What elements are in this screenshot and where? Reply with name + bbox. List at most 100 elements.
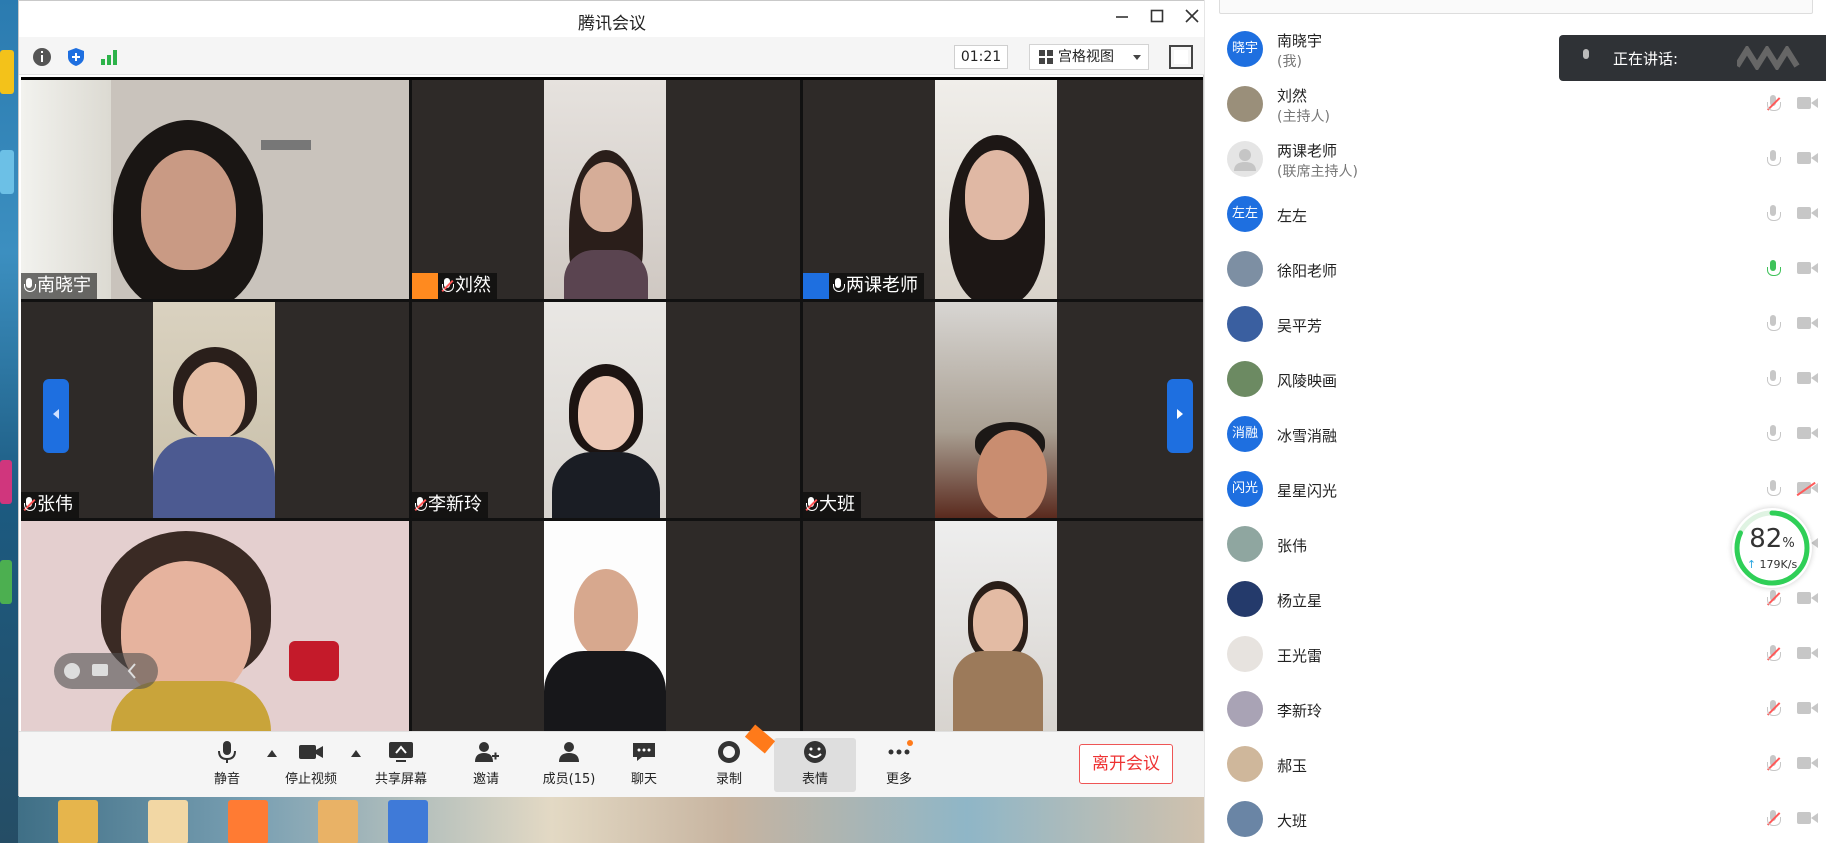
network-speed-meter[interactable]: 82% ↑ 179K/s (1732, 508, 1812, 588)
participant-name: 郝玉 (1277, 757, 1308, 775)
participant-name: 大班 (1277, 812, 1308, 830)
video-tile[interactable]: 两课老师 (803, 80, 1203, 299)
floating-reaction-bar[interactable] (54, 653, 158, 689)
desktop-icon[interactable] (0, 560, 12, 604)
camera-icon[interactable] (1797, 372, 1818, 384)
camera-icon[interactable] (1797, 757, 1818, 769)
participant-name: 左左 (1277, 207, 1308, 225)
camera-icon[interactable] (1797, 647, 1818, 659)
stop-video-button[interactable]: 停止视频 (275, 738, 347, 792)
fullscreen-button[interactable] (1169, 45, 1193, 69)
body-sweater (153, 437, 275, 518)
participant-row[interactable]: 大班 (1205, 791, 1826, 843)
camera-icon[interactable] (1797, 97, 1818, 109)
desktop-icon[interactable] (388, 800, 428, 843)
record-button[interactable]: 录制 (693, 738, 765, 792)
chat-bubble-icon (92, 664, 108, 676)
video-tile[interactable]: 李新玲 (412, 302, 800, 518)
video-tile[interactable]: 刘然 (412, 80, 800, 299)
reaction-button[interactable]: 表情 (774, 738, 856, 792)
mic-icon (23, 278, 36, 294)
participant-avatar: 消融 (1227, 416, 1263, 452)
close-button[interactable] (1182, 8, 1202, 28)
leave-meeting-button[interactable]: 离开会议 (1079, 744, 1173, 784)
video-tile[interactable]: 南晓宇 (21, 80, 409, 299)
video-options-caret[interactable] (351, 750, 361, 757)
video-tile[interactable]: 大班 (803, 302, 1203, 518)
participant-row[interactable]: 王光雷 (1205, 626, 1826, 681)
security-button[interactable] (65, 46, 87, 68)
mic-muted-icon[interactable] (1766, 700, 1781, 718)
next-page-button[interactable] (1167, 379, 1193, 453)
more-button[interactable]: 更多 (863, 738, 935, 792)
chevron-left-icon (127, 663, 136, 679)
video-tile[interactable] (21, 521, 409, 734)
more-label: 更多 (885, 772, 912, 787)
desktop-icon[interactable] (58, 800, 98, 843)
participant-row[interactable]: 风陵映画 (1205, 351, 1826, 406)
share-screen-button[interactable]: 共享屏幕 (365, 738, 437, 792)
participant-name: 张伟 (1277, 537, 1308, 555)
mic-muted-icon (23, 497, 36, 513)
mic-muted-icon[interactable] (1766, 590, 1781, 608)
camera-icon[interactable] (1797, 812, 1818, 824)
mic-muted-icon[interactable] (1766, 645, 1781, 663)
camera-icon[interactable] (1797, 592, 1818, 604)
participant-avatar (1227, 251, 1263, 287)
participant-row[interactable]: 消融 冰雪消融 (1205, 406, 1826, 461)
participant-search-input[interactable] (1219, 0, 1813, 14)
chat-button[interactable]: 聊天 (608, 738, 680, 792)
chevron-left-icon (53, 409, 59, 419)
participant-row[interactable]: 李新玲 (1205, 681, 1826, 736)
more-dots-icon (888, 740, 913, 755)
camera-icon[interactable] (1797, 702, 1818, 714)
participant-row[interactable]: 吴平芳 (1205, 296, 1826, 351)
minimize-button[interactable] (1112, 8, 1132, 28)
desktop-icon[interactable] (0, 150, 14, 194)
desktop-icon[interactable] (0, 460, 12, 504)
meeting-info-button[interactable] (31, 46, 53, 68)
mic-muted-icon[interactable] (1766, 810, 1781, 828)
desktop-icon[interactable] (0, 50, 14, 94)
microphone-icon[interactable] (1767, 205, 1781, 223)
mic-muted-icon[interactable] (1766, 755, 1781, 773)
participant-row[interactable]: 刘然 (主持人) (1205, 76, 1826, 131)
camera-off-icon[interactable] (1796, 481, 1818, 496)
microphone-icon (1581, 49, 1591, 65)
mic-muted-icon (805, 497, 818, 513)
video-tile[interactable] (412, 521, 800, 734)
desktop-icon[interactable] (228, 800, 268, 843)
microphone-icon[interactable] (1767, 425, 1781, 443)
microphone-icon[interactable] (1767, 260, 1781, 278)
participant-row[interactable]: 左左 左左 (1205, 186, 1826, 241)
participant-row[interactable]: 徐阳老师 (1205, 241, 1826, 296)
camera-icon[interactable] (1797, 317, 1818, 329)
tile-name-tag: 大班 (803, 492, 861, 518)
desktop-icon[interactable] (318, 800, 358, 843)
participant-role: (我) (1277, 54, 1302, 70)
camera-icon[interactable] (1797, 207, 1818, 219)
participant-row[interactable]: 郝玉 (1205, 736, 1826, 791)
mute-button[interactable]: 静音 (191, 738, 263, 792)
mic-muted-icon[interactable] (1766, 95, 1781, 113)
view-mode-dropdown[interactable]: 宫格视图 (1029, 44, 1149, 70)
participant-row[interactable]: 两课老师 (联席主持人) (1205, 131, 1826, 186)
camera-icon[interactable] (1797, 152, 1818, 164)
body-shirt (564, 250, 648, 299)
members-button[interactable]: 成员(15) (533, 738, 605, 792)
participant-name: 吴平芳 (1277, 317, 1323, 335)
invite-button[interactable]: 邀请 (450, 738, 522, 792)
microphone-icon[interactable] (1767, 150, 1781, 168)
network-status-button[interactable] (98, 46, 120, 68)
microphone-icon[interactable] (1767, 480, 1781, 498)
video-tile[interactable] (803, 521, 1203, 734)
default-avatar-icon (1234, 149, 1256, 171)
camera-icon[interactable] (1797, 262, 1818, 274)
camera-icon[interactable] (1797, 427, 1818, 439)
video-tile[interactable]: 张伟 (21, 302, 409, 518)
maximize-button[interactable] (1147, 8, 1167, 28)
microphone-icon[interactable] (1767, 370, 1781, 388)
microphone-icon[interactable] (1767, 315, 1781, 333)
desktop-icon[interactable] (148, 800, 188, 843)
previous-page-button[interactable] (43, 379, 69, 453)
